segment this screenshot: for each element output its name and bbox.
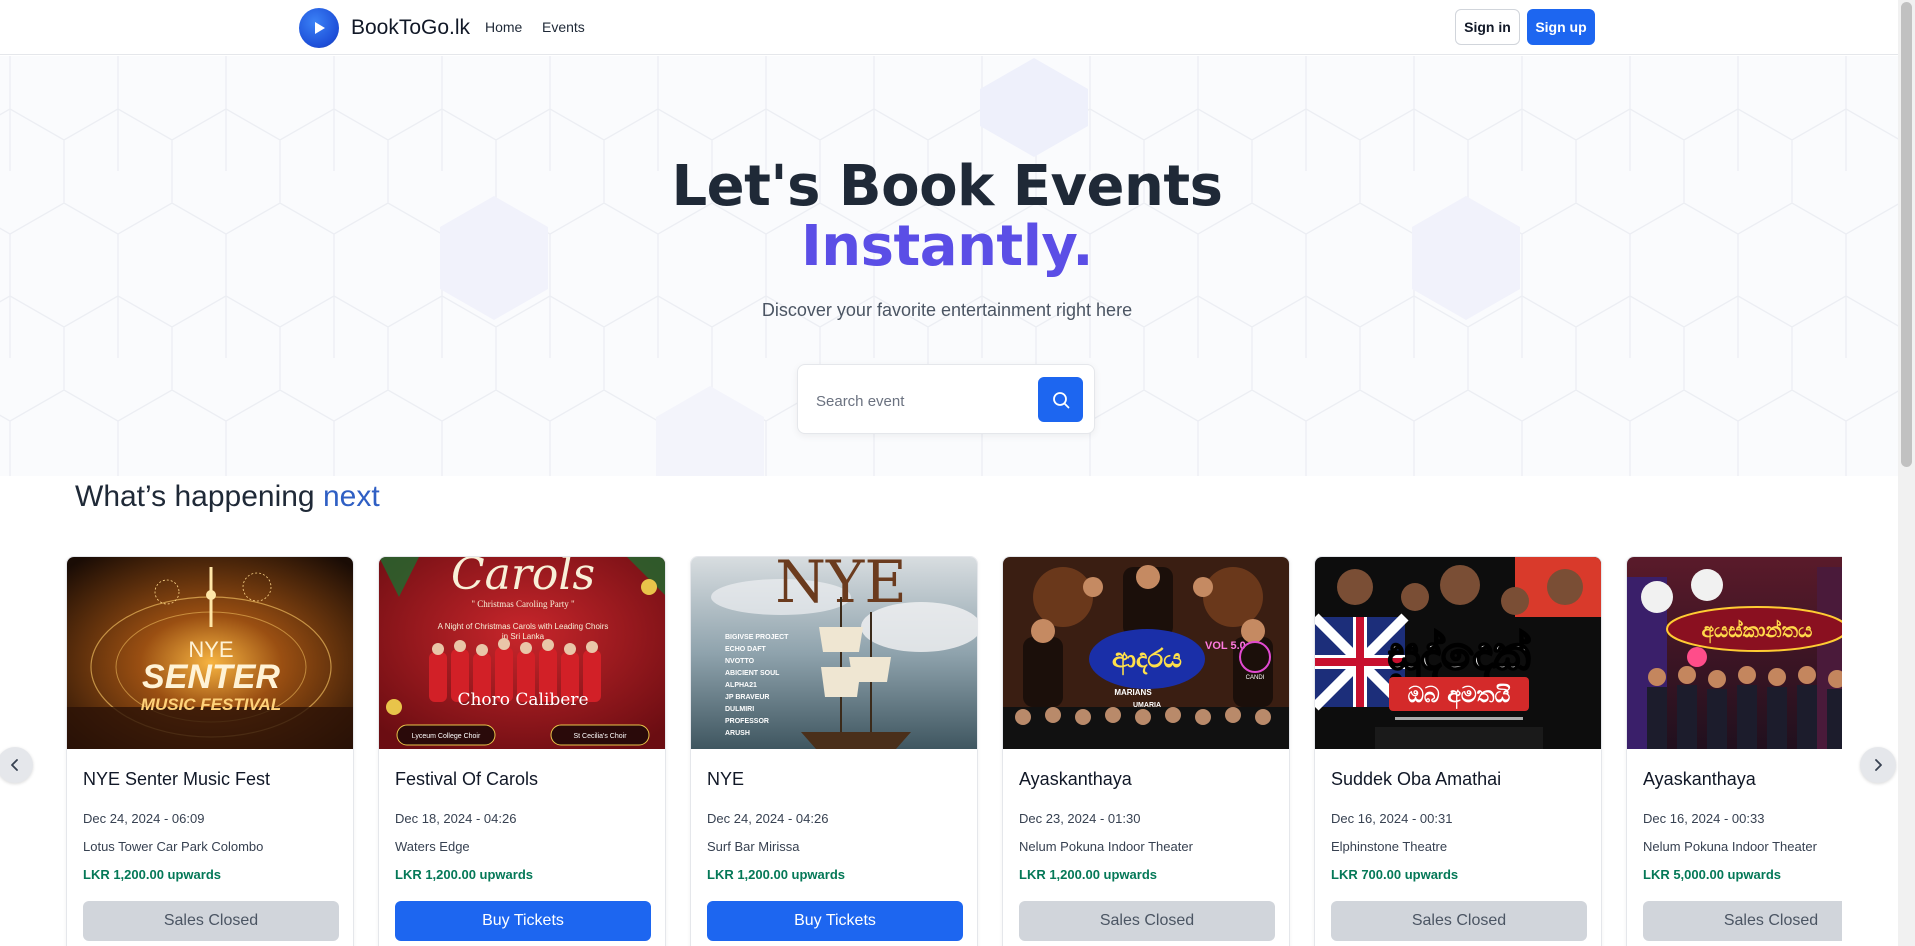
event-price: LKR 5,000.00 upwards [1643,867,1781,882]
svg-text:ඔබ අමතයි: ඔබ අමතයි [1408,683,1511,709]
event-poster[interactable]: Carols " Christmas Caroling Party " A Ni… [379,557,665,749]
event-card[interactable]: ආදරය VOL 5.0 CANDI MARIANS UMARIA Ayaska… [1002,556,1290,946]
hero-title-accent: Instantly. [800,214,1094,279]
event-card[interactable]: NYE BIGIVSE PROJECT ECHO DAFT NVOTTO ABI… [690,556,978,946]
chevron-left-icon [11,759,18,771]
svg-text:ABICIENT SOUL: ABICIENT SOUL [725,670,780,677]
event-venue: Elphinstone Theatre [1331,839,1448,854]
chevron-right-icon [1875,759,1882,771]
event-date: Dec 24, 2024 - 06:09 [83,811,205,826]
event-date: Dec 24, 2024 - 04:26 [707,811,829,826]
svg-text:BIGIVSE PROJECT: BIGIVSE PROJECT [725,634,789,641]
event-poster[interactable]: ආදරය VOL 5.0 CANDI MARIANS UMARIA [1003,557,1289,749]
search-icon [1052,391,1069,408]
search-input[interactable] [814,383,1013,419]
svg-text:ආදරය: ආදරය [1112,644,1182,676]
event-date: Dec 18, 2024 - 04:26 [395,811,517,826]
brand-name: BookToGo.lk [351,16,471,39]
svg-text:SENTER: SENTER [142,658,280,696]
event-title[interactable]: Ayaskanthaya [1019,769,1132,790]
event-price: LKR 700.00 upwards [1331,867,1459,882]
event-date: Dec 16, 2024 - 00:33 [1643,811,1765,826]
svg-text:PROFESSOR: PROFESSOR [725,718,769,725]
svg-text:St Cecilia's Choir: St Cecilia's Choir [573,733,627,740]
svg-text:Carols: Carols [451,557,595,600]
sign-up-button[interactable]: Sign up [1527,9,1595,45]
nav-link-events[interactable]: Events [542,19,585,35]
svg-text:අයස්කාන්තය: අයස්කාන්තය [1702,618,1813,644]
event-poster[interactable]: සුද්දෙක් ඔබ අමතයි [1315,557,1601,749]
scrollbar-thumb[interactable] [1901,2,1912,467]
svg-text:ALPHA21: ALPHA21 [725,682,757,689]
sign-in-button[interactable]: Sign in [1455,9,1520,45]
section-title: What’s happening next [75,480,380,514]
sales-closed-button: Sales Closed [83,901,339,941]
event-card[interactable]: අයස්කාන්තය Ayaskanthaya Dec 16, 2024 - 0… [1626,556,1842,946]
hero-title: Let's Book Events [671,154,1223,219]
svg-text:DULMIRI: DULMIRI [725,706,754,713]
brand[interactable]: BookToGo.lk [299,8,470,48]
carousel-prev-button[interactable] [0,747,33,783]
svg-text:CANDI: CANDI [1246,675,1265,681]
svg-text:NVOTTO: NVOTTO [725,658,755,665]
event-date: Dec 16, 2024 - 00:31 [1331,811,1453,826]
sales-closed-button: Sales Closed [1019,901,1275,941]
event-card[interactable]: සුද්දෙක් ඔබ අමතයි Suddek Oba Amathai Dec… [1314,556,1602,946]
search-box [797,364,1095,434]
event-poster[interactable]: NYE BIGIVSE PROJECT ECHO DAFT NVOTTO ABI… [691,557,977,749]
svg-text:MARIANS: MARIANS [1114,688,1152,697]
buy-tickets-button[interactable]: Buy Tickets [707,901,963,941]
sales-closed-button: Sales Closed [1643,901,1842,941]
event-price: LKR 1,200.00 upwards [395,867,533,882]
svg-text:ARUSH: ARUSH [725,730,750,737]
event-price: LKR 1,200.00 upwards [83,867,221,882]
svg-text:Choro Calibere: Choro Calibere [457,690,588,710]
event-venue: Nelum Pokuna Indoor Theater [1019,839,1193,854]
events-carousel: NYE SENTER MUSIC FESTIVAL NYE Senter Mus… [60,556,1842,946]
event-title[interactable]: Suddek Oba Amathai [1331,769,1501,790]
event-card[interactable]: Carols " Christmas Caroling Party " A Ni… [378,556,666,946]
nav-link-home[interactable]: Home [485,19,522,35]
event-date: Dec 23, 2024 - 01:30 [1019,811,1141,826]
event-price: LKR 1,200.00 upwards [1019,867,1157,882]
sales-closed-button: Sales Closed [1331,901,1587,941]
event-title[interactable]: NYE Senter Music Fest [83,769,270,790]
svg-text:in Sri Lanka: in Sri Lanka [502,632,545,641]
svg-text:MUSIC FESTIVAL: MUSIC FESTIVAL [141,695,281,714]
top-navbar: BookToGo.lk Home Events Sign in Sign up [0,0,1898,55]
event-title[interactable]: Festival Of Carols [395,769,538,790]
event-poster[interactable]: අයස්කාන්තය [1627,557,1842,749]
svg-text:ECHO DAFT: ECHO DAFT [725,646,767,653]
event-venue: Waters Edge [395,839,470,854]
event-poster[interactable]: NYE SENTER MUSIC FESTIVAL [67,557,353,749]
svg-text:A Night of Christmas Carols wi: A Night of Christmas Carols with Leading… [438,622,609,631]
event-venue: Nelum Pokuna Indoor Theater [1643,839,1817,854]
search-button[interactable] [1038,377,1083,422]
event-title[interactable]: Ayaskanthaya [1643,769,1756,790]
play-logo-icon [299,8,339,48]
carousel-next-button[interactable] [1860,747,1896,783]
svg-text:" Christmas Caroling Party ": " Christmas Caroling Party " [471,599,575,609]
hero-subtitle: Discover your favorite entertainment rig… [761,300,1133,320]
event-title[interactable]: NYE [707,769,744,790]
svg-text:සුද්දෙක්: සුද්දෙක් [1388,626,1531,685]
hero-section: Let's Book Events Instantly. Discover yo… [0,56,1898,476]
event-card[interactable]: NYE SENTER MUSIC FESTIVAL NYE Senter Mus… [66,556,354,946]
section-title-accent: next [322,480,380,513]
svg-text:Lyceum College Choir: Lyceum College Choir [412,733,481,740]
svg-text:JP BRAVEUR: JP BRAVEUR [725,694,769,701]
event-price: LKR 1,200.00 upwards [707,867,845,882]
section-title-text: What’s happening [75,480,315,513]
event-venue: Surf Bar Mirissa [707,839,800,854]
buy-tickets-button[interactable]: Buy Tickets [395,901,651,941]
event-venue: Lotus Tower Car Park Colombo [83,839,264,854]
svg-text:VOL 5.0: VOL 5.0 [1205,640,1246,652]
